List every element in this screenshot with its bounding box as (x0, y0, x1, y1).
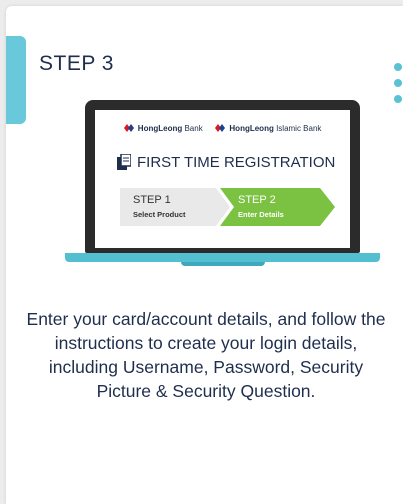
bank-name-bold: HongLeong (229, 124, 274, 133)
bank-logos-row: HongLeong Bank HongLeong Islamic Bank (95, 124, 350, 133)
step-card: STEP 3 HongLeong Bank HongLeong Islamic … (6, 6, 403, 504)
laptop-screen-bezel: HongLeong Bank HongLeong Islamic Bank FI… (85, 100, 360, 253)
bank-name-bold: HongLeong (137, 124, 183, 133)
laptop-base (65, 253, 380, 262)
step-2-subtitle: Enter Details (238, 210, 284, 219)
step-1-subtitle: Select Product (133, 210, 186, 219)
dot (394, 79, 402, 87)
hong-leong-logo-icon (123, 124, 134, 132)
registration-heading: FIRST TIME REGISTRATION (117, 154, 335, 171)
more-options-icon[interactable] (392, 63, 402, 111)
registration-title: FIRST TIME REGISTRATION (137, 154, 336, 171)
step-1-title: STEP 1 (133, 194, 171, 206)
step-accent-tab (6, 36, 26, 124)
laptop-illustration: HongLeong Bank HongLeong Islamic Bank FI… (65, 100, 380, 270)
hong-leong-logo-icon (215, 124, 226, 132)
step-title: STEP 3 (39, 52, 114, 75)
dot (394, 63, 402, 71)
bank-name-rest: Bank (182, 124, 203, 133)
document-icon (117, 154, 131, 170)
bank-logo-hong-leong-islamic: HongLeong Islamic Bank (215, 124, 321, 133)
bank-logo-hong-leong: HongLeong Bank (123, 124, 205, 133)
laptop-screen: HongLeong Bank HongLeong Islamic Bank FI… (95, 110, 350, 248)
step-description: Enter your card/account details, and fol… (26, 309, 386, 401)
step-2-title: STEP 2 (238, 194, 276, 206)
laptop-base-notch (181, 262, 265, 266)
registration-steps: STEP 1 Select Product STEP 2 Enter Detai… (120, 188, 335, 226)
bank-name-rest: Islamic Bank (273, 124, 322, 133)
dot (394, 95, 402, 103)
